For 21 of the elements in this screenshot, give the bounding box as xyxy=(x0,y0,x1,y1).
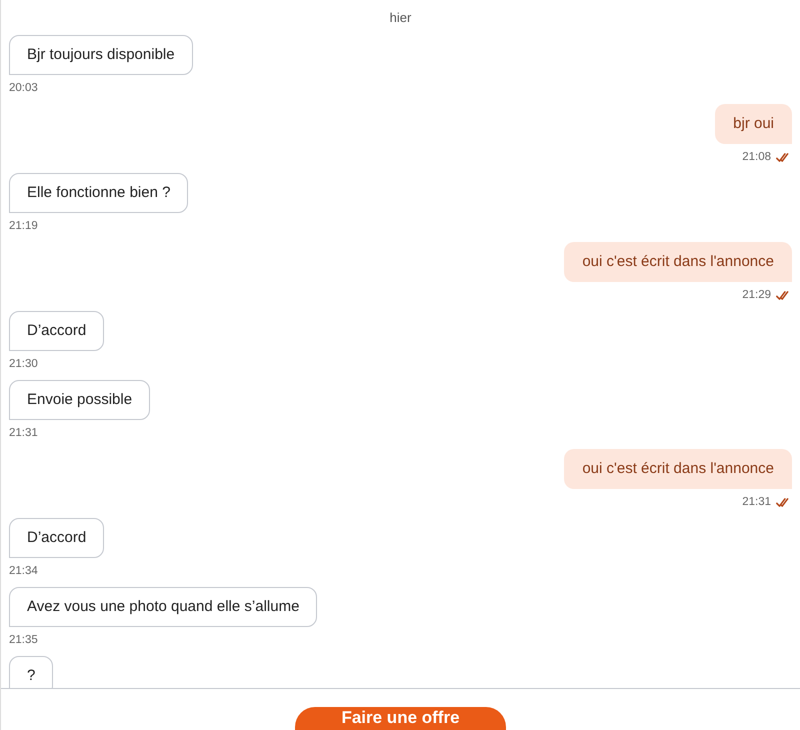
make-offer-button[interactable]: Faire une offre xyxy=(295,707,506,730)
day-separator: hier xyxy=(390,10,412,26)
received-message: D’accord xyxy=(9,311,104,351)
message-time: 21:34 xyxy=(9,564,38,578)
received-message: Elle fonctionne bien ? xyxy=(9,173,188,213)
message-time: 21:35 xyxy=(9,633,38,647)
message-time: 20:03 xyxy=(9,81,38,95)
received-message: ? xyxy=(9,656,54,688)
received-message: Envoie possible xyxy=(9,380,150,420)
received-message: Avez vous une photo quand elle s’allume xyxy=(9,587,318,627)
received-message: Bjr toujours disponible xyxy=(9,35,193,75)
sent-message: oui c'est écrit dans l'annonce xyxy=(564,242,792,282)
message-time: 21:30 xyxy=(9,357,38,371)
message-time: 21:19 xyxy=(9,219,38,233)
message-time: 21:31 xyxy=(9,426,38,440)
sent-message: bjr oui xyxy=(715,104,792,144)
message-time: 21:29 xyxy=(742,288,771,302)
received-message: D’accord xyxy=(9,518,104,558)
message-time: 21:31 xyxy=(742,495,771,509)
message-time: 21:08 xyxy=(742,150,771,164)
sent-message: oui c'est écrit dans l'annonce xyxy=(564,449,792,489)
